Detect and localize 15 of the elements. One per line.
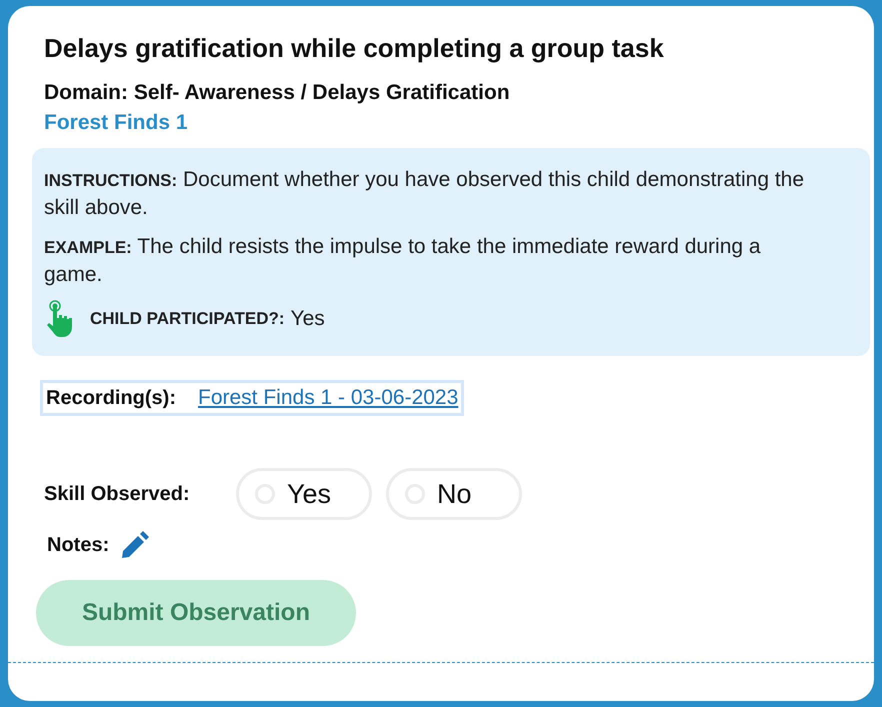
- tap-hand-icon: [44, 300, 74, 338]
- participated-label: CHILD PARTICIPATED?:: [90, 308, 285, 330]
- participated-value: Yes: [290, 306, 325, 332]
- notes-label: Notes:: [47, 533, 110, 558]
- recordings-label: Recording(s):: [46, 386, 176, 411]
- domain-text: Domain: Self- Awareness / Delays Gratification: [44, 80, 511, 106]
- pencil-icon[interactable]: [121, 531, 150, 559]
- radio-option[interactable]: Yes: [236, 468, 372, 520]
- activity-name: Forest Finds 1: [44, 110, 189, 136]
- instructions-text: INSTRUCTIONS: Document whether you have observed this child demonstrating the skill above.: [44, 167, 806, 221]
- example-text: EXAMPLE: The child resists the impulse to take the immediate reward during a game.: [44, 234, 762, 288]
- recording-link[interactable]: Forest Finds 1 - 03-06-2023: [198, 382, 458, 414]
- skill-observed-label: Skill Observed:: [44, 482, 191, 507]
- radio-option[interactable]: No: [386, 468, 522, 520]
- page-title: Delays gratification while completing a group task: [44, 32, 665, 64]
